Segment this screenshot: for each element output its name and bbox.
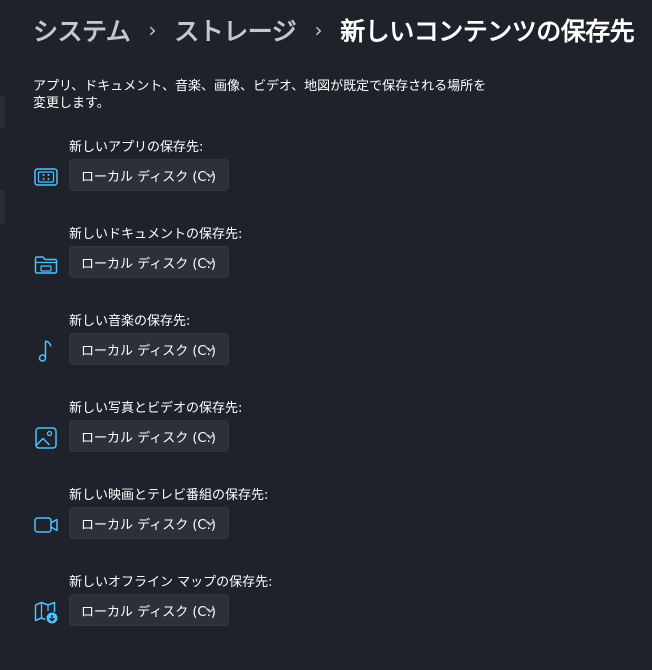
setting-music-location: 新しい音楽の保存先: ローカル ディスク (C:) [33, 314, 433, 384]
dropdown-value: ローカル ディスク (C:) [81, 517, 216, 533]
page-description: アプリ、ドキュメント、音楽、画像、ビデオ、地図が既定で保存される場所を変更します… [33, 79, 487, 111]
setting-movies-location: 新しい映画とテレビ番組の保存先: ローカル ディスク (C:) [33, 488, 433, 558]
dropdown-value: ローカル ディスク (C:) [81, 169, 216, 185]
apps-location-dropdown[interactable]: ローカル ディスク (C:) [69, 159, 229, 191]
photos-location-dropdown[interactable]: ローカル ディスク (C:) [69, 420, 229, 452]
image-icon [33, 425, 59, 451]
maps-location-dropdown[interactable]: ローカル ディスク (C:) [69, 594, 229, 626]
map-download-icon [33, 599, 59, 625]
music-note-icon [33, 338, 59, 364]
dropdown-value: ローカル ディスク (C:) [81, 604, 216, 620]
setting-label: 新しい映画とテレビ番組の保存先: [69, 488, 269, 503]
chevron-down-icon [205, 346, 215, 352]
setting-label: 新しい音楽の保存先: [69, 314, 191, 329]
setting-label: 新しいドキュメントの保存先: [69, 227, 243, 242]
video-camera-icon [33, 512, 59, 538]
setting-label: 新しいオフライン マップの保存先: [69, 575, 273, 590]
dropdown-value: ローカル ディスク (C:) [81, 343, 216, 359]
breadcrumb: システム › ストレージ › 新しいコンテンツの保存先 [33, 10, 635, 50]
chevron-down-icon [205, 259, 215, 265]
chevron-down-icon [205, 607, 215, 613]
folder-icon [33, 251, 59, 277]
breadcrumb-separator: › [148, 18, 157, 42]
setting-photos-location: 新しい写真とビデオの保存先: ローカル ディスク (C:) [33, 401, 433, 471]
movies-location-dropdown[interactable]: ローカル ディスク (C:) [69, 507, 229, 539]
chevron-down-icon [205, 172, 215, 178]
documents-location-dropdown[interactable]: ローカル ディスク (C:) [69, 246, 229, 278]
breadcrumb-separator: › [314, 18, 323, 42]
nav-edge-tab[interactable] [0, 95, 5, 128]
setting-maps-location: 新しいオフライン マップの保存先: ローカル ディスク (C:) [33, 575, 433, 645]
setting-apps-location: 新しいアプリの保存先: ローカル ディスク (C:) [33, 140, 433, 210]
breadcrumb-item-system[interactable]: システム [33, 12, 131, 48]
music-location-dropdown[interactable]: ローカル ディスク (C:) [69, 333, 229, 365]
dropdown-value: ローカル ディスク (C:) [81, 256, 216, 272]
chevron-down-icon [205, 433, 215, 439]
breadcrumb-item-storage[interactable]: ストレージ [174, 12, 297, 48]
apps-icon [33, 164, 59, 190]
storage-save-locations-page: システム › ストレージ › 新しいコンテンツの保存先 アプリ、ドキュメント、音… [0, 0, 652, 670]
page-title: 新しいコンテンツの保存先 [340, 17, 635, 46]
setting-label: 新しいアプリの保存先: [69, 140, 204, 155]
setting-documents-location: 新しいドキュメントの保存先: ローカル ディスク (C:) [33, 227, 433, 297]
nav-edge-tab[interactable] [0, 190, 5, 225]
chevron-down-icon [205, 520, 215, 526]
setting-label: 新しい写真とビデオの保存先: [69, 401, 243, 416]
dropdown-value: ローカル ディスク (C:) [81, 430, 216, 446]
